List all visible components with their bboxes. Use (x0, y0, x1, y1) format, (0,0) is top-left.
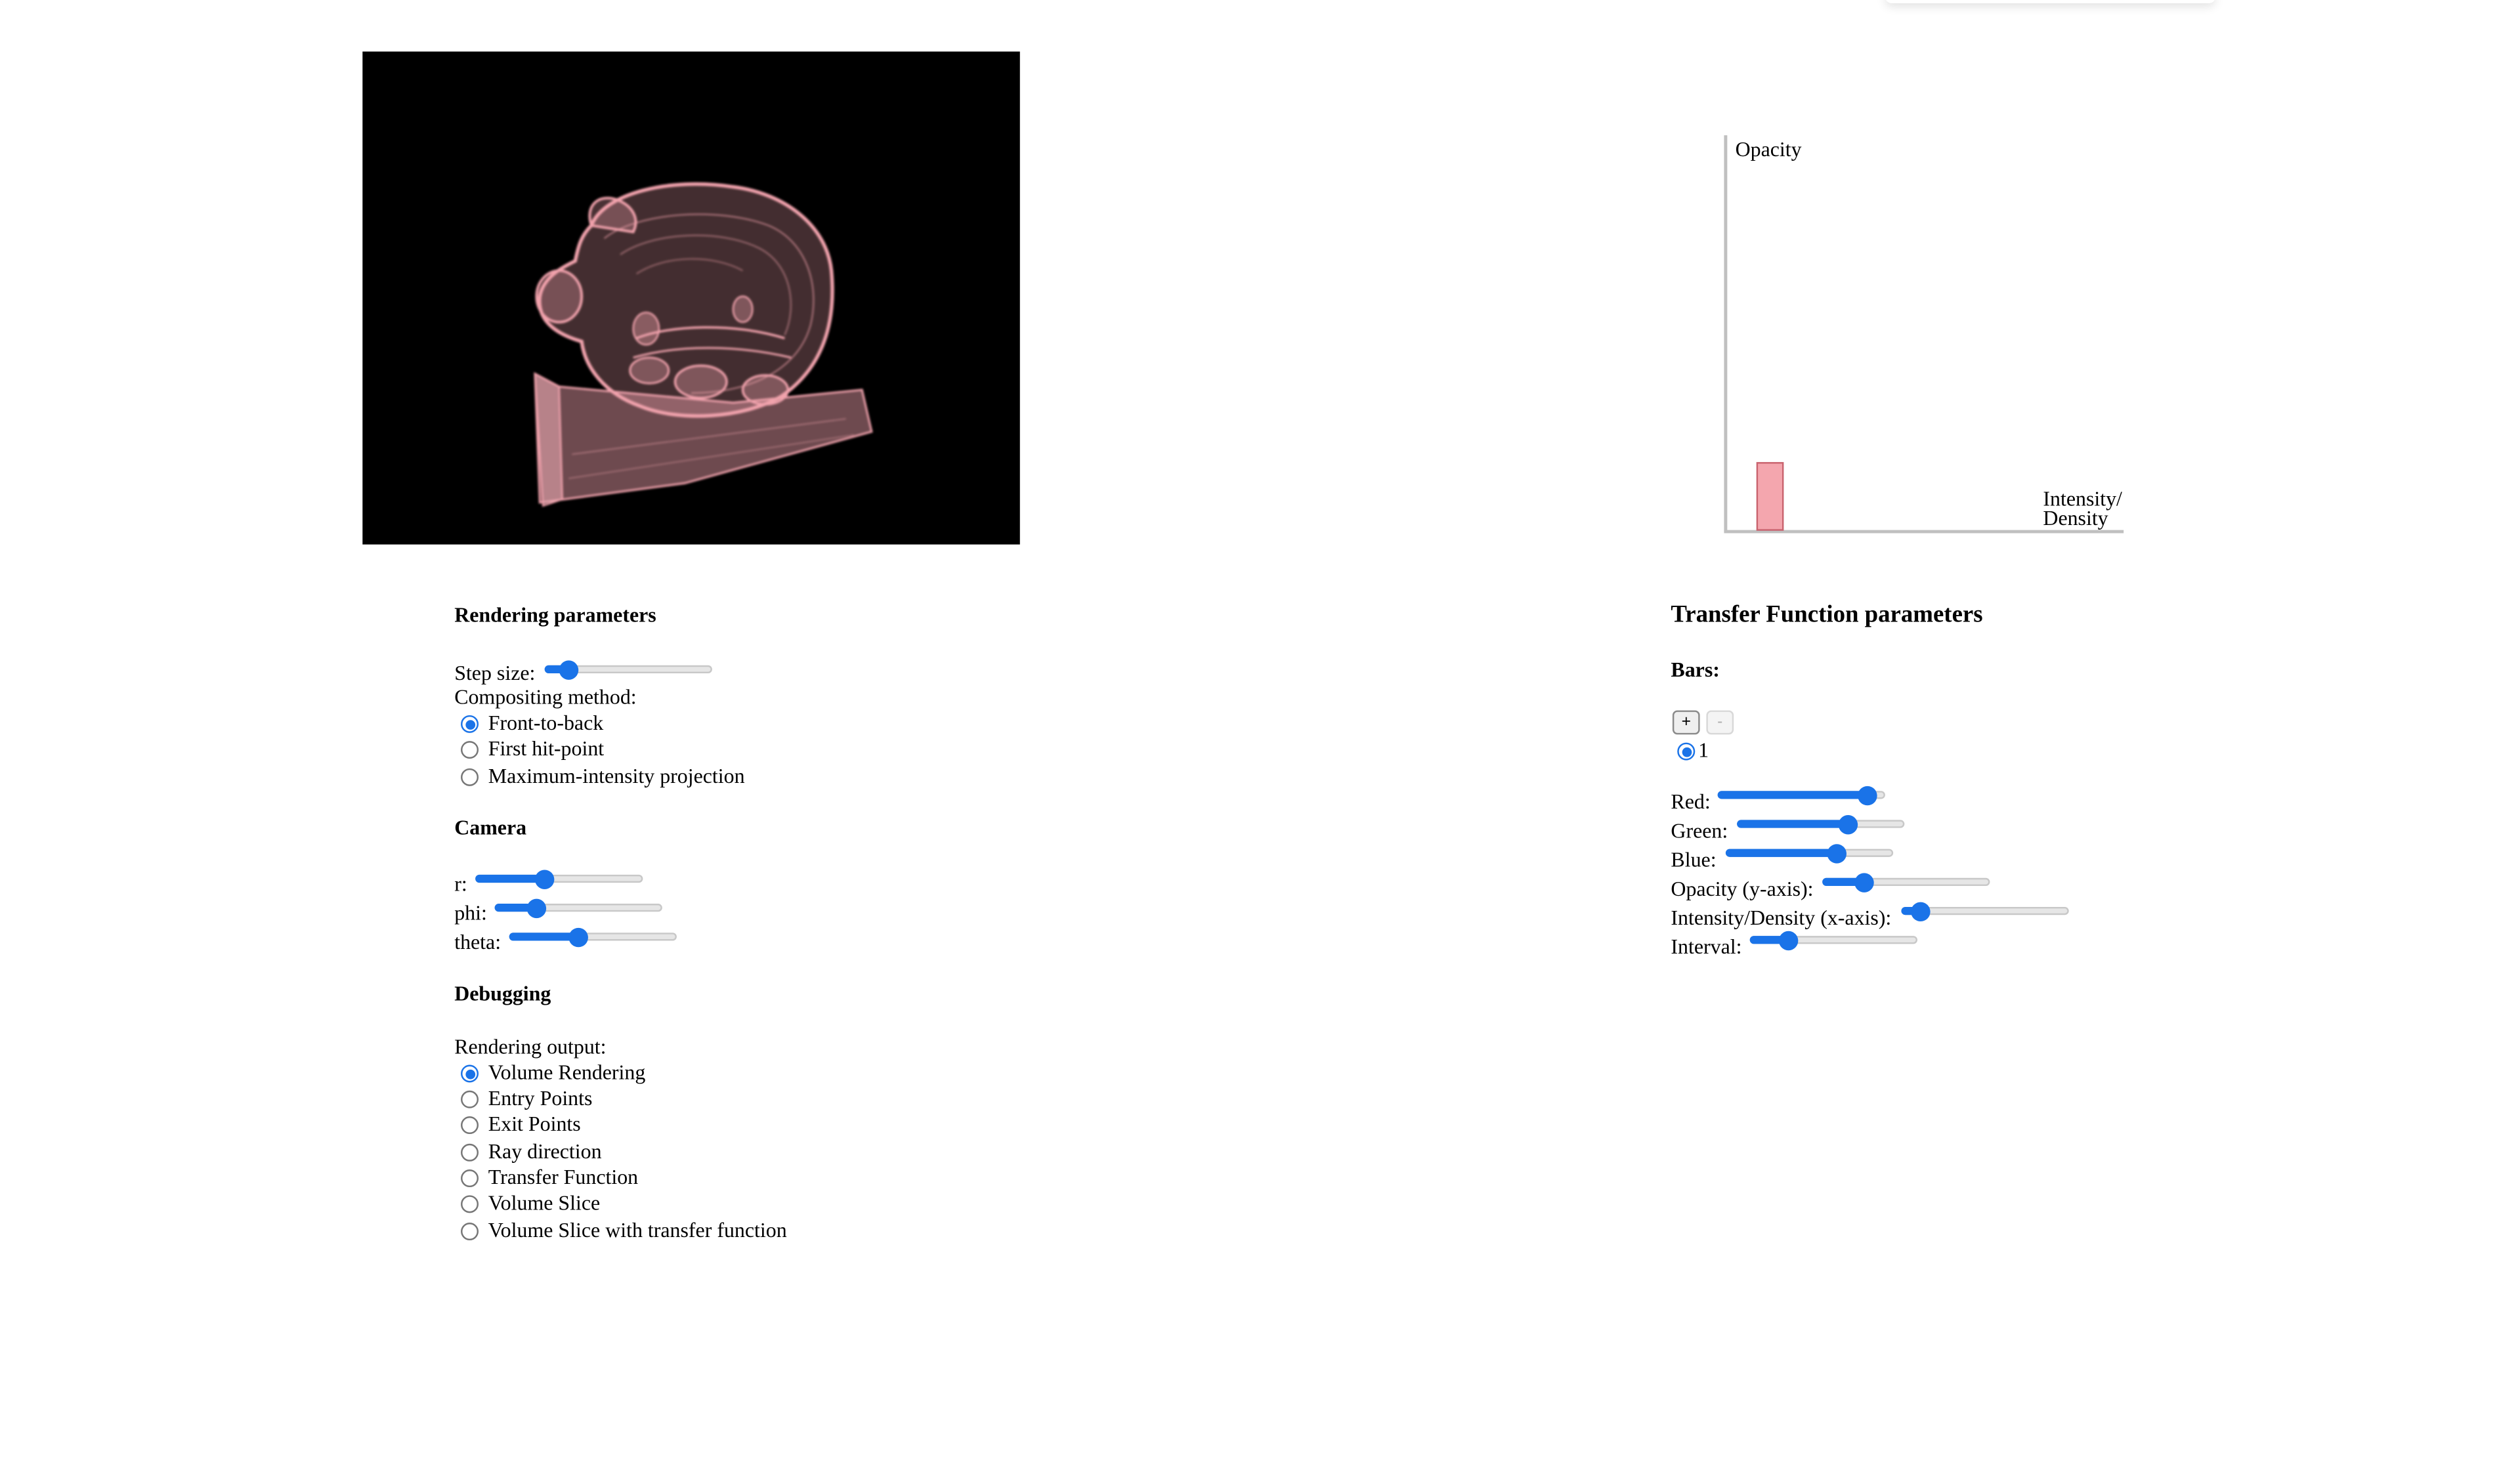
slider-thumb[interactable] (1837, 815, 1858, 835)
radio-label: Volume Slice (488, 1190, 601, 1215)
compositing-method-label: Compositing method: (454, 684, 637, 709)
radio-label: First hit-point (488, 736, 605, 761)
radio-button[interactable] (461, 1090, 479, 1108)
x-axis-label-line2: Density (2043, 507, 2108, 530)
camera-r-label: r: (454, 871, 467, 896)
debugging-heading: Debugging (454, 980, 551, 1005)
volume-rendering-image (534, 182, 873, 507)
radio-label: 1 (1698, 738, 1709, 763)
camera-theta-label: theta: (454, 929, 502, 954)
camera-phi-label: phi: (454, 900, 487, 925)
red-label: Red: (1671, 789, 1711, 814)
rendering-parameters-heading: Rendering parameters (454, 602, 656, 627)
camera-theta-slider[interactable] (509, 925, 677, 950)
green-slider[interactable] (1737, 812, 1905, 837)
slider-thumb[interactable] (568, 927, 588, 948)
tf-bar-1[interactable] (1756, 462, 1784, 531)
slider-thumb[interactable] (1858, 786, 1878, 806)
red-slider[interactable] (1717, 783, 1885, 808)
add-bar-button[interactable]: + (1672, 710, 1700, 735)
render-canvas[interactable] (362, 51, 1020, 545)
blue-label: Blue: (1671, 847, 1717, 872)
opacity-slider[interactable] (1822, 870, 1990, 895)
radio-label: Transfer Function (488, 1164, 639, 1189)
radio-label: Front-to-back (488, 710, 604, 735)
intensity-density-slider[interactable] (1901, 899, 2069, 925)
transfer-function-svg: Opacity Intensity/ Density (1724, 135, 2124, 534)
radio-button[interactable] (461, 768, 479, 786)
slider-thumb[interactable] (1826, 844, 1846, 864)
radio-button[interactable] (461, 715, 479, 733)
radio-label: Volume Rendering (488, 1060, 646, 1084)
rendering-output-label: Rendering output: (454, 1034, 607, 1059)
radio-label: Exit Points (488, 1111, 581, 1136)
radio-label: Entry Points (488, 1085, 593, 1110)
interval-slider[interactable] (1749, 928, 1917, 954)
radio-button[interactable] (461, 1143, 479, 1162)
radio-button[interactable] (461, 1195, 479, 1213)
opacity-label: Opacity (y-axis): (1671, 876, 1814, 901)
interval-label: Interval: (1671, 934, 1742, 959)
remove-bar-button[interactable]: - (1706, 710, 1734, 735)
radio-label: Maximum-intensity projection (488, 763, 745, 788)
y-axis-label: Opacity (1736, 138, 1802, 161)
slider-thumb[interactable] (1910, 902, 1930, 922)
slider-thumb[interactable] (1779, 931, 1799, 951)
radio-button[interactable] (461, 1169, 479, 1188)
radio-label: Ray direction (488, 1139, 602, 1164)
radio-button[interactable] (461, 1064, 479, 1083)
radio-button[interactable] (461, 1223, 479, 1241)
step-size-slider[interactable] (544, 657, 712, 682)
camera-r-slider[interactable] (475, 867, 643, 892)
transfer-function-heading: Transfer Function parameters (1671, 602, 1983, 629)
slider-thumb[interactable] (527, 898, 547, 919)
radio-button[interactable] (1677, 742, 1696, 761)
radio-button[interactable] (461, 741, 479, 759)
radio-label: Volume Slice with transfer function (488, 1217, 787, 1242)
bars-heading: Bars: (1671, 657, 1720, 682)
step-size-label: Step size: (454, 660, 536, 685)
green-label: Green: (1671, 818, 1728, 843)
transfer-function-chart[interactable]: Opacity Intensity/ Density (1708, 129, 2143, 547)
camera-heading: Camera (454, 815, 527, 839)
blue-slider[interactable] (1725, 841, 1894, 866)
slider-thumb[interactable] (1854, 873, 1875, 892)
slider-thumb[interactable] (559, 660, 579, 680)
camera-phi-slider[interactable] (494, 896, 662, 921)
slider-thumb[interactable] (534, 870, 554, 889)
radio-button[interactable] (461, 1116, 479, 1135)
top-shadow-decoration (1885, 0, 2216, 3)
